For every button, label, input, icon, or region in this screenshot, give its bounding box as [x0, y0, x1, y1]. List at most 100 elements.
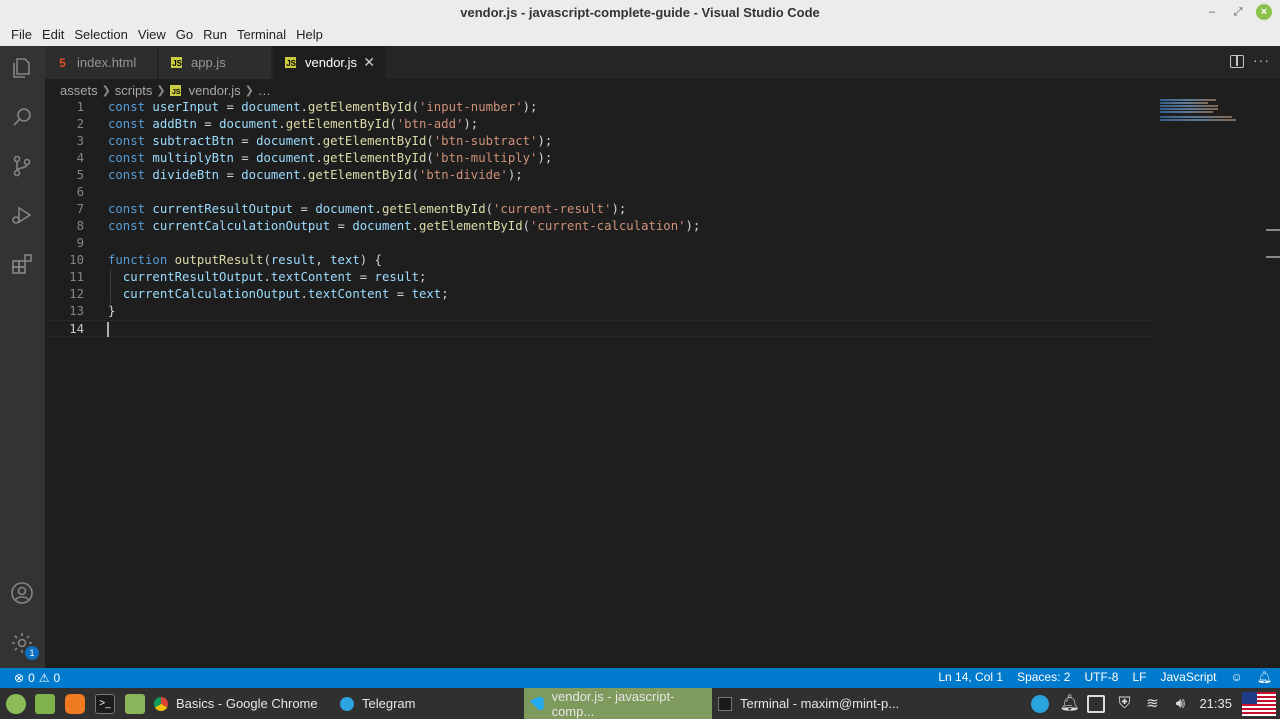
menu-selection[interactable]: Selection	[69, 25, 132, 45]
status-bar: ⊗ 0 ⚠ 0 Ln 14, Col 1 Spaces: 2 UTF-8 LF …	[0, 668, 1280, 688]
breadcrumb-file[interactable]: vendor.js	[189, 83, 241, 98]
indentation[interactable]: Spaces: 2	[1017, 670, 1070, 684]
task-telegram[interactable]: Telegram	[334, 688, 514, 719]
code-token: );	[537, 151, 553, 165]
split-editor-icon[interactable]	[1230, 55, 1244, 68]
terminal-launcher-icon[interactable]: >_	[95, 694, 115, 714]
code-token: .	[263, 270, 271, 284]
tab-index-html[interactable]: 5 index.html	[45, 46, 158, 79]
code-token: const	[108, 134, 153, 148]
task-chrome[interactable]: Basics - Google Chrome	[148, 688, 328, 719]
search-icon[interactable]	[9, 104, 35, 130]
code-token: ) {	[359, 253, 382, 267]
settings-gear-icon[interactable]: 1	[9, 630, 39, 660]
keyboard-layout-flag-icon[interactable]	[1242, 691, 1276, 716]
code-token: 'input-number'	[418, 100, 523, 114]
breadcrumb: assets ❯ scripts ❯ JS vendor.js ❯ …	[60, 81, 271, 99]
telegram-tray-icon[interactable]	[1031, 694, 1050, 713]
notifications-icon[interactable]: 🔔︎	[1059, 695, 1079, 713]
shield-icon[interactable]: ⛨	[1115, 695, 1133, 713]
code-line[interactable]: 3 const subtractBtn = document.getElement…	[45, 133, 1155, 150]
problems-indicator[interactable]: ⊗ 0 ⚠ 0	[14, 671, 60, 685]
more-actions-icon[interactable]: ···	[1253, 52, 1270, 68]
tab-app-js[interactable]: JS app.js	[159, 46, 272, 79]
code-text: currentResultOutput.textContent = result…	[108, 269, 427, 286]
tab-vendor-js[interactable]: JS vendor.js ✕	[273, 46, 386, 79]
code-token: .	[300, 287, 308, 301]
line-number: 1	[76, 100, 84, 114]
language-mode[interactable]: JavaScript	[1160, 670, 1216, 684]
minimize-button[interactable]: –	[1204, 4, 1220, 20]
js-file-icon: JS	[171, 57, 182, 68]
code-token: addBtn	[152, 117, 197, 131]
minimap[interactable]	[1160, 99, 1240, 125]
code-token: document	[352, 219, 412, 233]
account-icon[interactable]	[9, 580, 35, 606]
code-token: =	[219, 168, 242, 182]
window-title: vendor.js - javascript-complete-guide - …	[460, 5, 820, 20]
code-text: }	[108, 303, 115, 320]
code-line[interactable]: 2 const addBtn = document.getElementById(…	[45, 116, 1155, 133]
firefox-icon[interactable]	[65, 694, 85, 714]
breadcrumb-assets[interactable]: assets	[60, 83, 98, 98]
code-token: (	[411, 100, 419, 114]
menu-view[interactable]: View	[133, 25, 171, 45]
menu-file[interactable]: File	[6, 25, 37, 45]
clipboard-icon[interactable]	[1087, 694, 1106, 713]
code-line[interactable]: 8 const currentCalculationOutput = docume…	[45, 218, 1155, 235]
warning-count: 0	[53, 671, 61, 685]
wifi-icon[interactable]: ≋	[1143, 695, 1161, 713]
extensions-icon[interactable]	[9, 251, 35, 277]
code-line[interactable]: 1 const userInput = document.getElementBy…	[45, 99, 1155, 116]
run-debug-icon[interactable]	[9, 202, 35, 228]
mint-menu-icon[interactable]	[6, 694, 26, 714]
encoding[interactable]: UTF-8	[1084, 670, 1118, 684]
show-desktop-icon[interactable]	[35, 694, 55, 714]
code-line[interactable]: 6	[45, 184, 1155, 201]
code-token: (	[522, 219, 531, 233]
code-token: const	[108, 151, 153, 165]
code-token: =	[352, 270, 375, 284]
taskbar: >_ Basics - Google Chrome Telegram vendo…	[0, 688, 1280, 719]
menu-terminal[interactable]: Terminal	[232, 25, 291, 45]
menu-help[interactable]: Help	[291, 25, 328, 45]
notifications-bell-icon[interactable]: 🔔︎	[1257, 670, 1272, 684]
code-line[interactable]: 14	[45, 320, 1155, 337]
clock[interactable]: 21:35	[1199, 696, 1232, 711]
code-token: function	[108, 253, 175, 267]
task-vscode[interactable]: vendor.js - javascript-comp...	[524, 688, 712, 719]
files-icon[interactable]	[125, 694, 145, 714]
code-line[interactable]: 4 const multiplyBtn = document.getElement…	[45, 150, 1155, 167]
source-control-icon[interactable]	[9, 153, 35, 179]
code-token: document	[256, 134, 316, 148]
volume-icon[interactable]: 🔊︎	[1171, 695, 1189, 713]
code-token: textContent	[270, 270, 353, 284]
menu-go[interactable]: Go	[171, 25, 198, 45]
explorer-icon[interactable]	[9, 55, 35, 81]
menu-run[interactable]: Run	[198, 25, 232, 45]
code-line[interactable]: 10 function outputResult(result, text) {	[45, 252, 1155, 269]
code-token: 'btn-subtract'	[433, 134, 538, 148]
feedback-icon[interactable]: ☺	[1231, 670, 1243, 684]
cursor-position[interactable]: Ln 14, Col 1	[938, 670, 1003, 684]
code-line[interactable]: 11 currentResultOutput.textContent = res…	[45, 269, 1155, 286]
code-line[interactable]: 7 const currentResultOutput = document.ge…	[45, 201, 1155, 218]
menu-edit[interactable]: Edit	[37, 25, 69, 45]
breadcrumb-symbol[interactable]: …	[258, 83, 271, 98]
code-token: .	[411, 219, 419, 233]
end-of-line[interactable]: LF	[1132, 670, 1146, 684]
task-terminal[interactable]: Terminal - maxim@mint-p...	[712, 688, 902, 719]
close-window-button[interactable]: ×	[1256, 4, 1272, 20]
code-line[interactable]: 9	[45, 235, 1155, 252]
code-line[interactable]: 13}	[45, 303, 1155, 320]
code-line[interactable]: 12 currentCalculationOutput.textContent …	[45, 286, 1155, 303]
code-text: currentCalculationOutput.textContent = t…	[108, 286, 449, 303]
tab-close-icon[interactable]: ✕	[363, 54, 375, 71]
breadcrumb-scripts[interactable]: scripts	[115, 83, 153, 98]
code-line[interactable]: 5 const divideBtn = document.getElementBy…	[45, 167, 1155, 184]
maximize-button[interactable]: ⤢	[1230, 4, 1246, 20]
task-label: Basics - Google Chrome	[176, 696, 318, 711]
code-text: const multiplyBtn = document.getElementB…	[108, 150, 552, 167]
code-token: );	[463, 117, 479, 131]
code-editor[interactable]: 1 const userInput = document.getElementBy…	[45, 99, 1280, 668]
